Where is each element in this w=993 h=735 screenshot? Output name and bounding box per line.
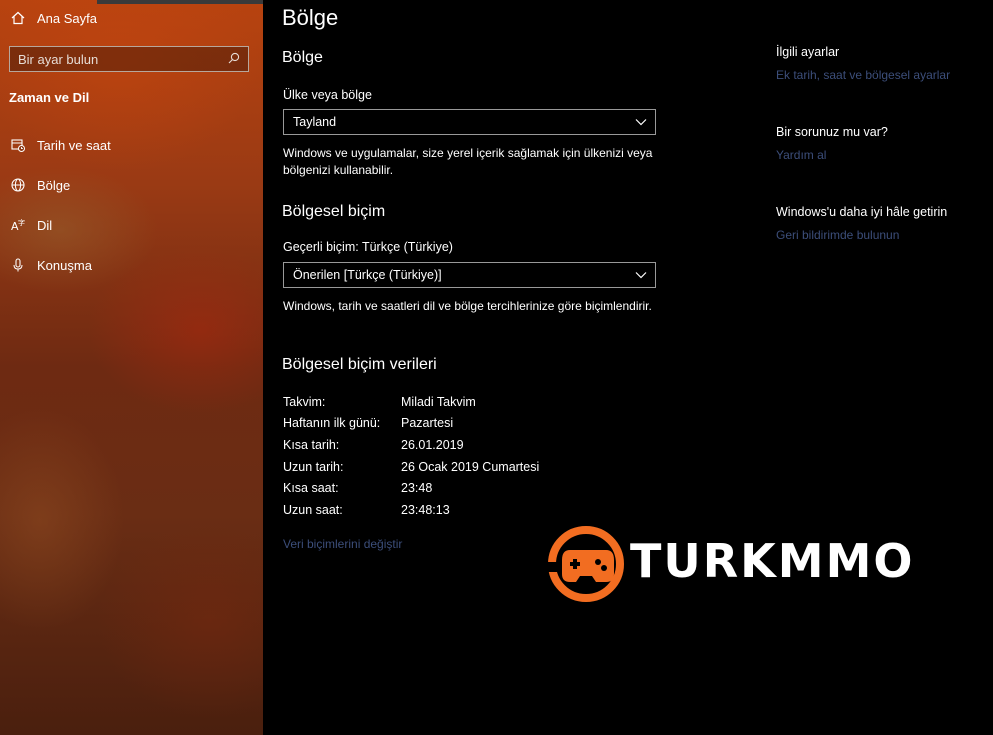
home-nav-item[interactable]: Ana Sayfa	[9, 10, 97, 26]
format-description: Windows, tarih ve saatleri dil ve bölge …	[283, 299, 652, 313]
related-settings-title: İlgili ayarlar	[776, 45, 840, 59]
country-value: Tayland	[293, 115, 337, 129]
change-data-formats-link[interactable]: Veri biçimlerini değiştir	[283, 537, 402, 551]
sidebar-item-label: Dil	[37, 217, 53, 233]
chevron-down-icon	[635, 115, 647, 129]
region-heading: Bölge	[282, 49, 323, 66]
calendar-clock-icon	[9, 137, 27, 153]
microphone-icon	[9, 257, 27, 273]
table-row: Takvim: Miladi Takvim	[283, 391, 539, 413]
home-label: Ana Sayfa	[37, 10, 97, 26]
watermark-logo: TURKMMO	[548, 522, 912, 607]
give-feedback-link[interactable]: Geri bildirimde bulunun	[776, 228, 899, 242]
language-icon: A字	[9, 217, 27, 233]
sidebar-item-region[interactable]: Bölge	[9, 177, 70, 193]
table-row: Kısa tarih: 26.01.2019	[283, 434, 539, 456]
table-row: Uzun tarih: 26 Ocak 2019 Cumartesi	[283, 456, 539, 478]
sidebar-item-label: Konuşma	[37, 257, 92, 273]
sidebar-item-label: Tarih ve saat	[37, 137, 111, 153]
watermark-text: TURKMMO	[630, 534, 915, 588]
format-value: Önerilen [Türkçe (Türkiye)]	[293, 268, 442, 282]
table-row: Uzun saat: 23:48:13	[283, 499, 539, 521]
globe-icon	[9, 177, 27, 193]
sidebar-item-speech[interactable]: Konuşma	[9, 257, 92, 273]
table-row: Kısa saat: 23:48	[283, 477, 539, 499]
format-select[interactable]: Önerilen [Türkçe (Türkiye)]	[283, 262, 656, 288]
row-value: Miladi Takvim	[401, 394, 476, 409]
country-select[interactable]: Tayland	[283, 109, 656, 135]
row-value: 23:48:13	[401, 502, 450, 517]
chevron-down-icon	[635, 268, 647, 282]
question-title: Bir sorunuz mu var?	[776, 125, 888, 139]
current-format-label: Geçerli biçim: Türkçe (Türkiye)	[283, 240, 453, 254]
section-title: Zaman ve Dil	[9, 90, 90, 105]
format-heading: Bölgesel biçim	[282, 203, 386, 220]
table-row: Haftanın ilk günü: Pazartesi	[283, 413, 539, 435]
search-input[interactable]: Bir ayar bulun	[9, 46, 249, 72]
sidebar-item-label: Bölge	[37, 177, 71, 193]
improve-windows-title: Windows'u daha iyi hâle getirin	[776, 205, 948, 219]
row-key: Kısa saat:	[283, 481, 339, 496]
sidebar-item-date-time[interactable]: Tarih ve saat	[9, 137, 111, 153]
format-data-table: Takvim: Miladi Takvim Haftanın ilk günü:…	[283, 391, 539, 521]
page-title: Bölge	[282, 5, 339, 30]
home-icon	[9, 10, 27, 26]
row-value: Pazartesi	[401, 416, 454, 431]
sidebar: Ana Sayfa Bir ayar bulun Zaman ve Dil Ta…	[0, 0, 263, 735]
row-value: 26 Ocak 2019 Cumartesi	[401, 459, 540, 474]
country-label: Ülke veya bölge	[283, 88, 372, 102]
row-key: Uzun tarih:	[283, 459, 344, 474]
row-key: Uzun saat:	[283, 502, 343, 517]
region-description: Windows ve uygulamalar, size yerel içeri…	[283, 146, 653, 177]
svg-text:字: 字	[18, 218, 25, 227]
row-key: Kısa tarih:	[283, 437, 340, 452]
sidebar-item-language[interactable]: A字 Dil	[9, 217, 52, 233]
search-placeholder: Bir ayar bulun	[18, 51, 99, 67]
search-icon[interactable]	[228, 52, 240, 67]
get-help-link[interactable]: Yardım al	[776, 148, 826, 162]
row-value: 23:48	[401, 481, 433, 496]
row-value: 26.01.2019	[401, 437, 464, 452]
additional-settings-link[interactable]: Ek tarih, saat ve bölgesel ayarlar	[776, 68, 950, 82]
main-content: Bölge Bölge Ülke veya bölge Tayland Wind…	[263, 0, 993, 735]
row-key: Haftanın ilk günü:	[283, 416, 381, 431]
row-key: Takvim:	[283, 394, 326, 409]
format-data-heading: Bölgesel biçim verileri	[282, 356, 437, 373]
